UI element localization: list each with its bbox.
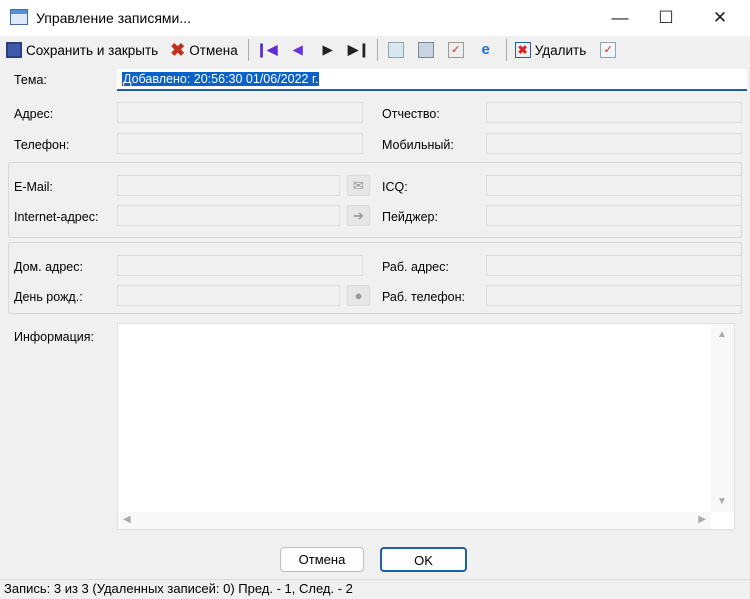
vertical-scrollbar[interactable]: ▲ ▼	[711, 324, 734, 512]
ok-button[interactable]: OK	[380, 547, 467, 572]
contacts-group-icon[interactable]	[417, 42, 434, 58]
next-record-button[interactable]: ▶	[315, 42, 341, 58]
email-label: E-Mail:	[14, 180, 53, 194]
last-record-button[interactable]: ▶❙	[345, 42, 373, 58]
mobile-input[interactable]	[486, 133, 742, 154]
contact-card-icon[interactable]	[387, 42, 404, 58]
work-address-label: Раб. адрес:	[382, 260, 449, 274]
window-title: Управление записями...	[36, 10, 192, 26]
scroll-left-icon[interactable]: ◀	[123, 514, 131, 525]
scroll-up-icon[interactable]: ▲	[717, 329, 727, 340]
info-label: Информация:	[14, 330, 95, 344]
birthday-input[interactable]	[117, 285, 340, 306]
delete-button[interactable]: ✖ Удалить	[514, 42, 586, 58]
open-url-button[interactable]: ➔	[347, 205, 370, 226]
calendar-button[interactable]: ●	[347, 285, 370, 306]
delete-icon: ✖	[514, 42, 531, 58]
horizontal-scrollbar[interactable]: ◀ ▶	[118, 512, 711, 529]
icq-label: ICQ:	[382, 180, 408, 194]
scroll-right-icon[interactable]: ▶	[698, 514, 706, 525]
toolbar: Сохранить и закрыть ✖ Отмена ❙◀ ◀ ▶ ▶❙ ✓…	[6, 38, 617, 62]
maximize-button[interactable]: ☐	[643, 6, 689, 32]
phone-label: Телефон:	[14, 138, 70, 152]
email-input[interactable]	[117, 175, 340, 196]
home-address-input[interactable]	[117, 255, 363, 276]
first-record-button[interactable]: ❙◀	[253, 42, 281, 58]
arrow-right-icon: ➔	[353, 208, 364, 223]
scroll-down-icon[interactable]: ▼	[717, 496, 727, 507]
work-phone-input[interactable]	[486, 285, 742, 306]
floppy-icon	[6, 42, 22, 58]
internet-explorer-icon[interactable]: e	[478, 42, 494, 58]
pager-input[interactable]	[486, 205, 742, 226]
document-check-icon[interactable]: ✓	[600, 42, 617, 58]
patronymic-label: Отчество:	[382, 107, 440, 121]
patronymic-input[interactable]	[486, 102, 742, 123]
send-email-button[interactable]: ✉	[347, 175, 370, 196]
contact-group	[8, 162, 742, 238]
x-icon: ✖	[170, 39, 186, 60]
subject-input[interactable]: Добавлено: 20:56:30 01/06/2022 г.	[117, 69, 747, 91]
divider	[0, 579, 750, 580]
cancel-toolbar-button[interactable]: ✖ Отмена	[170, 40, 238, 61]
address-label: Адрес:	[14, 107, 54, 121]
circle-icon: ●	[354, 288, 363, 303]
work-phone-label: Раб. телефон:	[382, 290, 465, 304]
close-button[interactable]: ✕	[697, 6, 743, 32]
minimize-button[interactable]: —	[597, 6, 643, 32]
clipboard-check-icon[interactable]: ✓	[447, 42, 464, 58]
internet-input[interactable]	[117, 205, 340, 226]
separator	[505, 39, 507, 61]
work-address-input[interactable]	[486, 255, 742, 276]
icq-input[interactable]	[486, 175, 742, 196]
app-icon	[10, 9, 28, 25]
prev-record-button[interactable]: ◀	[285, 42, 311, 58]
cancel-button[interactable]: Отмена	[280, 547, 364, 572]
status-bar: Запись: 3 из 3 (Удаленных записей: 0) Пр…	[4, 581, 353, 596]
pager-label: Пейджер:	[382, 210, 438, 224]
mail-icon: ✉	[353, 178, 364, 193]
separator	[247, 39, 249, 61]
birthday-label: День рожд.:	[14, 290, 83, 304]
internet-label: Internet-адрес:	[14, 210, 99, 224]
mobile-label: Мобильный:	[382, 138, 454, 152]
separator	[376, 39, 378, 61]
info-textarea[interactable]	[117, 323, 735, 530]
save-close-button[interactable]: Сохранить и закрыть	[6, 42, 158, 58]
home-address-label: Дом. адрес:	[14, 260, 83, 274]
address-input[interactable]	[117, 102, 363, 123]
phone-input[interactable]	[117, 133, 363, 154]
subject-label: Тема:	[14, 73, 47, 87]
